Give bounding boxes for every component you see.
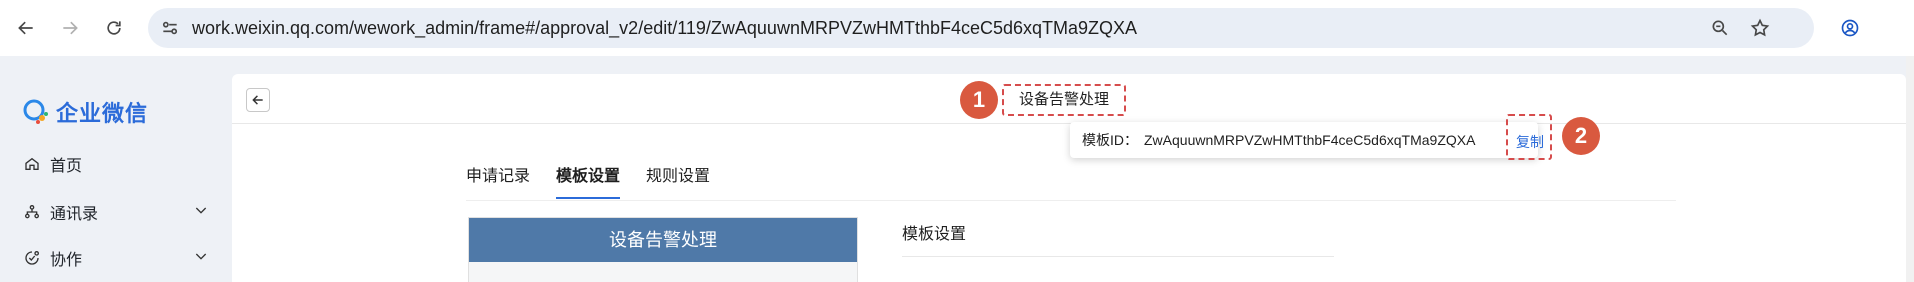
tab-bar: 申请记录 模板设置 规则设置: [466, 162, 710, 199]
reload-icon[interactable]: [98, 12, 130, 44]
site-settings-icon[interactable]: [160, 18, 180, 38]
sidebar-item-home[interactable]: 首页: [24, 152, 209, 176]
back-arrow-icon[interactable]: [10, 12, 42, 44]
url-text[interactable]: work.weixin.qq.com/wework_admin/frame#/a…: [192, 18, 1137, 38]
app-area: 企业微信 首页 通讯录 协作 设备告警处理 1 模板ID： ZwAquuwnMR…: [0, 56, 1914, 282]
bookmark-star-icon[interactable]: [1748, 16, 1772, 40]
org-chart-icon: [25, 205, 39, 219]
template-id-tooltip: 模板ID： ZwAquuwnMRPVZwHMTthbF4ceC5d6xqTMa9…: [1070, 122, 1538, 158]
zoom-icon[interactable]: [1708, 16, 1732, 40]
profile-icon[interactable]: [1834, 12, 1866, 44]
forward-arrow-icon[interactable]: [54, 12, 86, 44]
sidebar-item-label: 通讯录: [50, 206, 99, 223]
home-icon: [25, 157, 39, 170]
logo[interactable]: 企业微信: [22, 96, 148, 128]
content-header: 设备告警处理: [232, 74, 1906, 124]
page-scrollbar[interactable]: [1906, 56, 1914, 282]
template-id-label: 模板ID：: [1082, 132, 1138, 148]
tab-rule-settings[interactable]: 规则设置: [646, 162, 710, 199]
sidebar-item-contacts[interactable]: 通讯录: [24, 200, 209, 224]
settings-section-title: 模板设置: [902, 226, 967, 243]
tab-application-records[interactable]: 申请记录: [466, 162, 530, 199]
sidebar-item-collaboration[interactable]: 协作: [24, 246, 209, 270]
annotation-marker-1: 1: [960, 81, 998, 119]
chevron-down-icon[interactable]: [193, 248, 209, 264]
copy-button[interactable]: 复制: [1516, 132, 1544, 152]
browser-toolbar: work.weixin.qq.com/wework_admin/frame#/a…: [0, 0, 1914, 56]
form-preview: 设备告警处理: [468, 217, 858, 282]
collaboration-icon: [25, 251, 39, 265]
sidebar-item-label: 协作: [50, 252, 83, 269]
back-arrow-icon: [252, 95, 263, 105]
annotation-marker-2: 2: [1562, 117, 1600, 155]
address-bar[interactable]: work.weixin.qq.com/wework_admin/frame#/a…: [148, 8, 1814, 48]
settings-divider: [902, 256, 1334, 257]
sidebar-item-label: 首页: [50, 158, 83, 175]
tab-template-settings[interactable]: 模板设置: [556, 162, 621, 199]
chevron-down-icon[interactable]: [193, 202, 209, 218]
main-content: 设备告警处理 1 模板ID： ZwAquuwnMRPVZwHMTthbF4ceC…: [232, 74, 1906, 282]
template-id-value: ZwAquuwnMRPVZwHMTthbF4ceC5d6xqTMa9ZQXA: [1144, 132, 1476, 148]
sidebar: 企业微信 首页 通讯录 协作: [0, 56, 232, 282]
preview-body: [469, 262, 857, 282]
page-title: 设备告警处理: [1002, 84, 1126, 116]
preview-title: 设备告警处理: [469, 218, 857, 262]
logo-text: 企业微信: [56, 101, 149, 126]
wework-logo-icon: [23, 99, 48, 124]
tabs-divider: [466, 200, 1676, 201]
back-button[interactable]: [246, 88, 270, 112]
